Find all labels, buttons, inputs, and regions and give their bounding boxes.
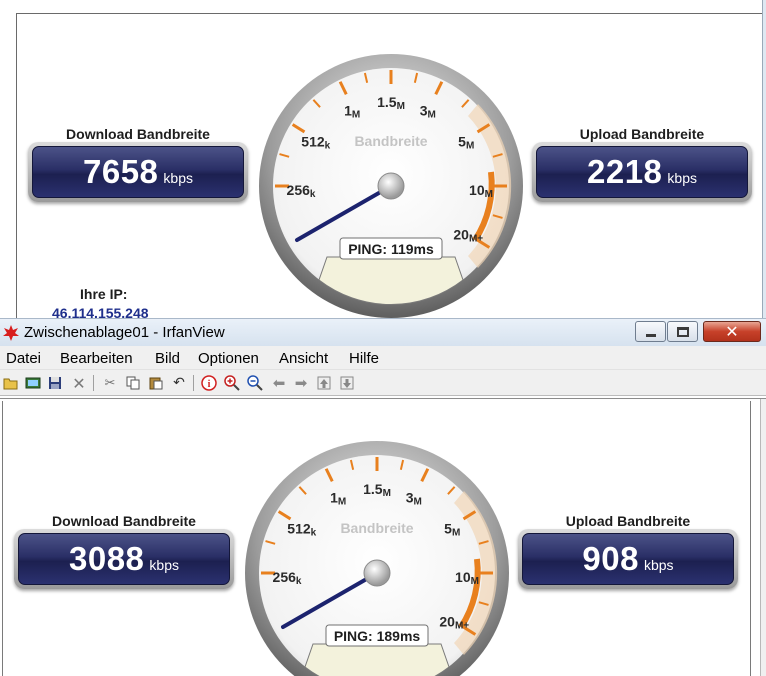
close-icon: ✕ bbox=[725, 322, 739, 341]
gauge-center-label: Bandbreite bbox=[340, 520, 413, 536]
upload-display: 908 kbps bbox=[518, 529, 738, 589]
upload-unit: kbps bbox=[667, 170, 697, 186]
copy-icon[interactable] bbox=[124, 374, 142, 392]
download-value: 7658 bbox=[83, 153, 159, 190]
download-label: Download Bandbreite bbox=[66, 126, 210, 142]
menu-datei[interactable]: Datei bbox=[6, 350, 41, 367]
maximize-button[interactable] bbox=[667, 321, 698, 342]
menu-bearbeiten[interactable]: Bearbeiten bbox=[60, 350, 133, 367]
upload-label: Upload Bandbreite bbox=[579, 126, 705, 142]
menu-ansicht[interactable]: Ansicht bbox=[279, 350, 328, 367]
gauge-svg: 256k512k1M1.5M 3M5M10M20M+ Bandbreite PIN… bbox=[259, 54, 523, 318]
window-edge bbox=[762, 0, 766, 320]
window-title: Zwischenablage01 - IrfanView bbox=[24, 324, 225, 341]
ping-bezel bbox=[304, 643, 450, 676]
gauge-center-label: Bandbreite bbox=[354, 133, 427, 149]
upload-value: 908 bbox=[582, 540, 639, 577]
download-unit: kbps bbox=[163, 170, 193, 186]
close-button[interactable]: ✕ bbox=[703, 321, 761, 342]
download-label: Download Bandbreite bbox=[52, 513, 196, 529]
minimize-icon bbox=[645, 334, 656, 337]
zoom-in-icon[interactable] bbox=[223, 374, 241, 392]
paste-icon[interactable] bbox=[147, 374, 165, 392]
prev-icon[interactable]: ⬅ bbox=[270, 374, 288, 392]
bandwidth-gauge: 256k 512k 1M 1.5M 3M 5M 10M 20M+ Bandbreite PIN… bbox=[243, 439, 511, 676]
menu-bar: Datei Bearbeiten Bild Optionen Ansicht H… bbox=[0, 346, 766, 370]
download-display: 7658 kbps bbox=[28, 142, 248, 202]
toolbar-separator bbox=[193, 375, 194, 391]
toolbar: ✕ ✂ ↶ i ⬅ ➡ bbox=[0, 370, 766, 396]
zoom-out-icon[interactable] bbox=[246, 374, 264, 392]
gauge-svg: 256k512k1M1.5M 3M5M10M20M+ Bandbreite PIN… bbox=[245, 441, 509, 676]
toolbar-separator bbox=[93, 375, 94, 391]
menu-optionen[interactable]: Optionen bbox=[198, 350, 259, 367]
info-icon[interactable]: i bbox=[200, 374, 218, 392]
gauge-hub bbox=[363, 559, 391, 587]
download-value: 3088 bbox=[69, 540, 145, 577]
menu-hilfe[interactable]: Hilfe bbox=[349, 350, 379, 367]
upload-display: 2218 kbps bbox=[532, 142, 752, 202]
slideshow-icon[interactable] bbox=[24, 374, 42, 392]
save-icon[interactable] bbox=[46, 374, 64, 392]
menu-bild[interactable]: Bild bbox=[155, 350, 180, 367]
title-bar[interactable]: Zwischenablage01 - IrfanView ✕ bbox=[0, 318, 766, 346]
download-unit: kbps bbox=[149, 557, 179, 573]
gauge-hub bbox=[377, 172, 405, 200]
image-border bbox=[2, 401, 3, 676]
undo-icon[interactable]: ↶ bbox=[170, 374, 188, 392]
svg-text:i: i bbox=[208, 379, 211, 390]
panel-border bbox=[16, 13, 17, 323]
last-icon[interactable] bbox=[338, 374, 356, 392]
window-edge bbox=[760, 399, 766, 676]
ip-label: Ihre IP: bbox=[80, 286, 128, 302]
first-icon[interactable] bbox=[315, 374, 333, 392]
image-border bbox=[750, 401, 751, 676]
maximize-icon bbox=[676, 326, 689, 337]
upload-value: 2218 bbox=[587, 153, 663, 190]
image-canvas[interactable]: Download Bandbreite 3088 kbps Upload Ban… bbox=[0, 398, 766, 676]
ping-value: PING: 189ms bbox=[334, 628, 421, 644]
panel-border bbox=[16, 13, 766, 14]
next-icon[interactable]: ➡ bbox=[292, 374, 310, 392]
ping-value: PING: 119ms bbox=[348, 241, 434, 257]
minimize-button[interactable] bbox=[635, 321, 666, 342]
open-icon[interactable] bbox=[2, 374, 20, 392]
download-display: 3088 kbps bbox=[14, 529, 234, 589]
speedtest-panel-top: Download Bandbreite 7658 kbps Upload Ban… bbox=[0, 0, 766, 323]
delete-icon[interactable]: ✕ bbox=[70, 374, 88, 393]
irfanview-window: Zwischenablage01 - IrfanView ✕ Datei Bea… bbox=[0, 318, 766, 676]
screen: Download Bandbreite 7658 kbps Upload Ban… bbox=[0, 0, 766, 676]
cut-icon[interactable]: ✂ bbox=[101, 374, 119, 392]
upload-label: Upload Bandbreite bbox=[565, 513, 691, 529]
upload-unit: kbps bbox=[643, 557, 674, 573]
bandwidth-gauge: 256k 512k 1M 1.5M 3M 5M 10M 20M+ Bandbreite PIN… bbox=[257, 52, 525, 320]
irfanview-icon bbox=[3, 325, 19, 341]
